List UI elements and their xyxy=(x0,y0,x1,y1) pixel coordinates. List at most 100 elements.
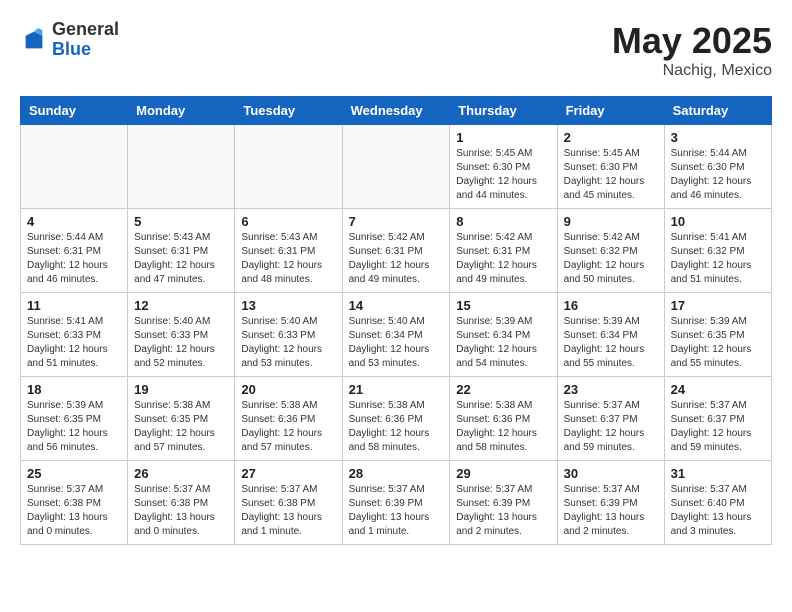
logo-blue: Blue xyxy=(52,39,91,59)
day-number: 8 xyxy=(456,214,550,229)
day-number: 29 xyxy=(456,466,550,481)
calendar-cell: 18Sunrise: 5:39 AM Sunset: 6:35 PM Dayli… xyxy=(21,377,128,461)
day-info: Sunrise: 5:42 AM Sunset: 6:31 PM Dayligh… xyxy=(456,231,550,287)
day-number: 9 xyxy=(564,214,658,229)
day-number: 11 xyxy=(27,298,121,313)
day-info: Sunrise: 5:40 AM Sunset: 6:33 PM Dayligh… xyxy=(134,315,228,371)
calendar-cell: 26 Sunrise: 5:37 AM Sunset: 6:38 PM Dayli… xyxy=(128,461,235,545)
day-number: 28 xyxy=(349,466,444,481)
day-info: Sunrise: 5:38 AM Sunset: 6:36 PM Dayligh… xyxy=(241,399,335,455)
day-info: Sunrise: 5:37 AM Sunset: 6:39 PM Dayligh… xyxy=(564,483,658,539)
calendar-location: Nachig, Mexico xyxy=(612,62,772,80)
day-info: Sunrise: 5:37 AM Sunset: 6:37 PM Dayligh… xyxy=(564,399,658,455)
day-number: 13 xyxy=(241,298,335,313)
calendar-table: SundayMondayTuesdayWednesdayThursdayFrid… xyxy=(20,96,772,545)
day-number: 15 xyxy=(456,298,550,313)
calendar-cell: 4Sunrise: 5:44 AM Sunset: 6:31 PM Daylig… xyxy=(21,209,128,293)
day-number: 25 xyxy=(27,466,121,481)
calendar-cell: 15 Sunrise: 5:39 AM Sunset: 6:34 PM Dayli… xyxy=(450,293,557,377)
day-info: Sunrise: 5:38 AM Sunset: 6:36 PM Dayligh… xyxy=(349,399,444,455)
day-info: Sunrise: 5:38 AM Sunset: 6:35 PM Dayligh… xyxy=(134,399,228,455)
day-number: 1 xyxy=(456,130,550,145)
calendar-cell: 17 Sunrise: 5:39 AM Sunset: 6:35 PM Dayli… xyxy=(664,293,771,377)
calendar-cell: 21Sunrise: 5:38 AM Sunset: 6:36 PM Dayli… xyxy=(342,377,450,461)
calendar-title: May 2025 xyxy=(612,20,772,62)
day-number: 17 xyxy=(671,298,765,313)
calendar-cell: 20 Sunrise: 5:38 AM Sunset: 6:36 PM Dayli… xyxy=(235,377,342,461)
logo-icon xyxy=(20,26,48,54)
calendar-week-row: 18Sunrise: 5:39 AM Sunset: 6:35 PM Dayli… xyxy=(21,377,772,461)
calendar-week-row: 4Sunrise: 5:44 AM Sunset: 6:31 PM Daylig… xyxy=(21,209,772,293)
day-info: Sunrise: 5:38 AM Sunset: 6:36 PM Dayligh… xyxy=(456,399,550,455)
calendar-cell: 19 Sunrise: 5:38 AM Sunset: 6:35 PM Dayli… xyxy=(128,377,235,461)
day-info: Sunrise: 5:39 AM Sunset: 6:34 PM Dayligh… xyxy=(456,315,550,371)
day-number: 7 xyxy=(349,214,444,229)
logo-general: General xyxy=(52,19,119,39)
day-number: 19 xyxy=(134,382,228,397)
day-number: 10 xyxy=(671,214,765,229)
column-header-wednesday: Wednesday xyxy=(342,97,450,125)
calendar-cell: 7Sunrise: 5:42 AM Sunset: 6:31 PM Daylig… xyxy=(342,209,450,293)
day-info: Sunrise: 5:40 AM Sunset: 6:33 PM Dayligh… xyxy=(241,315,335,371)
day-info: Sunrise: 5:37 AM Sunset: 6:39 PM Dayligh… xyxy=(456,483,550,539)
calendar-cell: 2 Sunrise: 5:45 AM Sunset: 6:30 PM Daylig… xyxy=(557,125,664,209)
calendar-cell: 29 Sunrise: 5:37 AM Sunset: 6:39 PM Dayli… xyxy=(450,461,557,545)
day-number: 12 xyxy=(134,298,228,313)
calendar-cell: 3Sunrise: 5:44 AM Sunset: 6:30 PM Daylig… xyxy=(664,125,771,209)
column-header-friday: Friday xyxy=(557,97,664,125)
calendar-cell: 16 Sunrise: 5:39 AM Sunset: 6:34 PM Dayli… xyxy=(557,293,664,377)
calendar-cell: 6Sunrise: 5:43 AM Sunset: 6:31 PM Daylig… xyxy=(235,209,342,293)
day-info: Sunrise: 5:45 AM Sunset: 6:30 PM Dayligh… xyxy=(564,147,658,203)
calendar-cell: 28 Sunrise: 5:37 AM Sunset: 6:39 PM Dayli… xyxy=(342,461,450,545)
day-number: 22 xyxy=(456,382,550,397)
calendar-cell: 13 Sunrise: 5:40 AM Sunset: 6:33 PM Dayli… xyxy=(235,293,342,377)
calendar-cell: 8 Sunrise: 5:42 AM Sunset: 6:31 PM Daylig… xyxy=(450,209,557,293)
day-info: Sunrise: 5:37 AM Sunset: 6:38 PM Dayligh… xyxy=(134,483,228,539)
day-info: Sunrise: 5:43 AM Sunset: 6:31 PM Dayligh… xyxy=(134,231,228,287)
calendar-cell xyxy=(128,125,235,209)
day-info: Sunrise: 5:37 AM Sunset: 6:38 PM Dayligh… xyxy=(241,483,335,539)
day-number: 26 xyxy=(134,466,228,481)
calendar-cell: 5 Sunrise: 5:43 AM Sunset: 6:31 PM Daylig… xyxy=(128,209,235,293)
column-header-saturday: Saturday xyxy=(664,97,771,125)
day-info: Sunrise: 5:44 AM Sunset: 6:31 PM Dayligh… xyxy=(27,231,121,287)
calendar-cell: 22 Sunrise: 5:38 AM Sunset: 6:36 PM Dayli… xyxy=(450,377,557,461)
day-number: 30 xyxy=(564,466,658,481)
calendar-week-row: 11 Sunrise: 5:41 AM Sunset: 6:33 PM Dayli… xyxy=(21,293,772,377)
calendar-cell xyxy=(342,125,450,209)
page-header: General Blue May 2025 Nachig, Mexico xyxy=(20,20,772,80)
column-header-tuesday: Tuesday xyxy=(235,97,342,125)
calendar-cell: 1 Sunrise: 5:45 AM Sunset: 6:30 PM Daylig… xyxy=(450,125,557,209)
day-number: 31 xyxy=(671,466,765,481)
calendar-cell: 23 Sunrise: 5:37 AM Sunset: 6:37 PM Dayli… xyxy=(557,377,664,461)
day-info: Sunrise: 5:37 AM Sunset: 6:40 PM Dayligh… xyxy=(671,483,765,539)
day-number: 5 xyxy=(134,214,228,229)
calendar-cell: 24Sunrise: 5:37 AM Sunset: 6:37 PM Dayli… xyxy=(664,377,771,461)
calendar-cell: 12 Sunrise: 5:40 AM Sunset: 6:33 PM Dayli… xyxy=(128,293,235,377)
calendar-week-row: 25 Sunrise: 5:37 AM Sunset: 6:38 PM Dayli… xyxy=(21,461,772,545)
calendar-cell: 9 Sunrise: 5:42 AM Sunset: 6:32 PM Daylig… xyxy=(557,209,664,293)
calendar-cell: 10Sunrise: 5:41 AM Sunset: 6:32 PM Dayli… xyxy=(664,209,771,293)
title-block: May 2025 Nachig, Mexico xyxy=(612,20,772,80)
day-number: 2 xyxy=(564,130,658,145)
calendar-cell: 30 Sunrise: 5:37 AM Sunset: 6:39 PM Dayli… xyxy=(557,461,664,545)
column-header-monday: Monday xyxy=(128,97,235,125)
day-info: Sunrise: 5:42 AM Sunset: 6:32 PM Dayligh… xyxy=(564,231,658,287)
calendar-cell: 14Sunrise: 5:40 AM Sunset: 6:34 PM Dayli… xyxy=(342,293,450,377)
day-info: Sunrise: 5:37 AM Sunset: 6:39 PM Dayligh… xyxy=(349,483,444,539)
day-info: Sunrise: 5:41 AM Sunset: 6:33 PM Dayligh… xyxy=(27,315,121,371)
day-number: 16 xyxy=(564,298,658,313)
day-number: 20 xyxy=(241,382,335,397)
day-number: 6 xyxy=(241,214,335,229)
day-number: 23 xyxy=(564,382,658,397)
day-info: Sunrise: 5:37 AM Sunset: 6:38 PM Dayligh… xyxy=(27,483,121,539)
day-info: Sunrise: 5:44 AM Sunset: 6:30 PM Dayligh… xyxy=(671,147,765,203)
day-info: Sunrise: 5:45 AM Sunset: 6:30 PM Dayligh… xyxy=(456,147,550,203)
day-info: Sunrise: 5:39 AM Sunset: 6:35 PM Dayligh… xyxy=(671,315,765,371)
day-info: Sunrise: 5:39 AM Sunset: 6:34 PM Dayligh… xyxy=(564,315,658,371)
column-header-sunday: Sunday xyxy=(21,97,128,125)
day-number: 18 xyxy=(27,382,121,397)
calendar-cell: 27Sunrise: 5:37 AM Sunset: 6:38 PM Dayli… xyxy=(235,461,342,545)
calendar-cell: 31 Sunrise: 5:37 AM Sunset: 6:40 PM Dayli… xyxy=(664,461,771,545)
day-info: Sunrise: 5:40 AM Sunset: 6:34 PM Dayligh… xyxy=(349,315,444,371)
